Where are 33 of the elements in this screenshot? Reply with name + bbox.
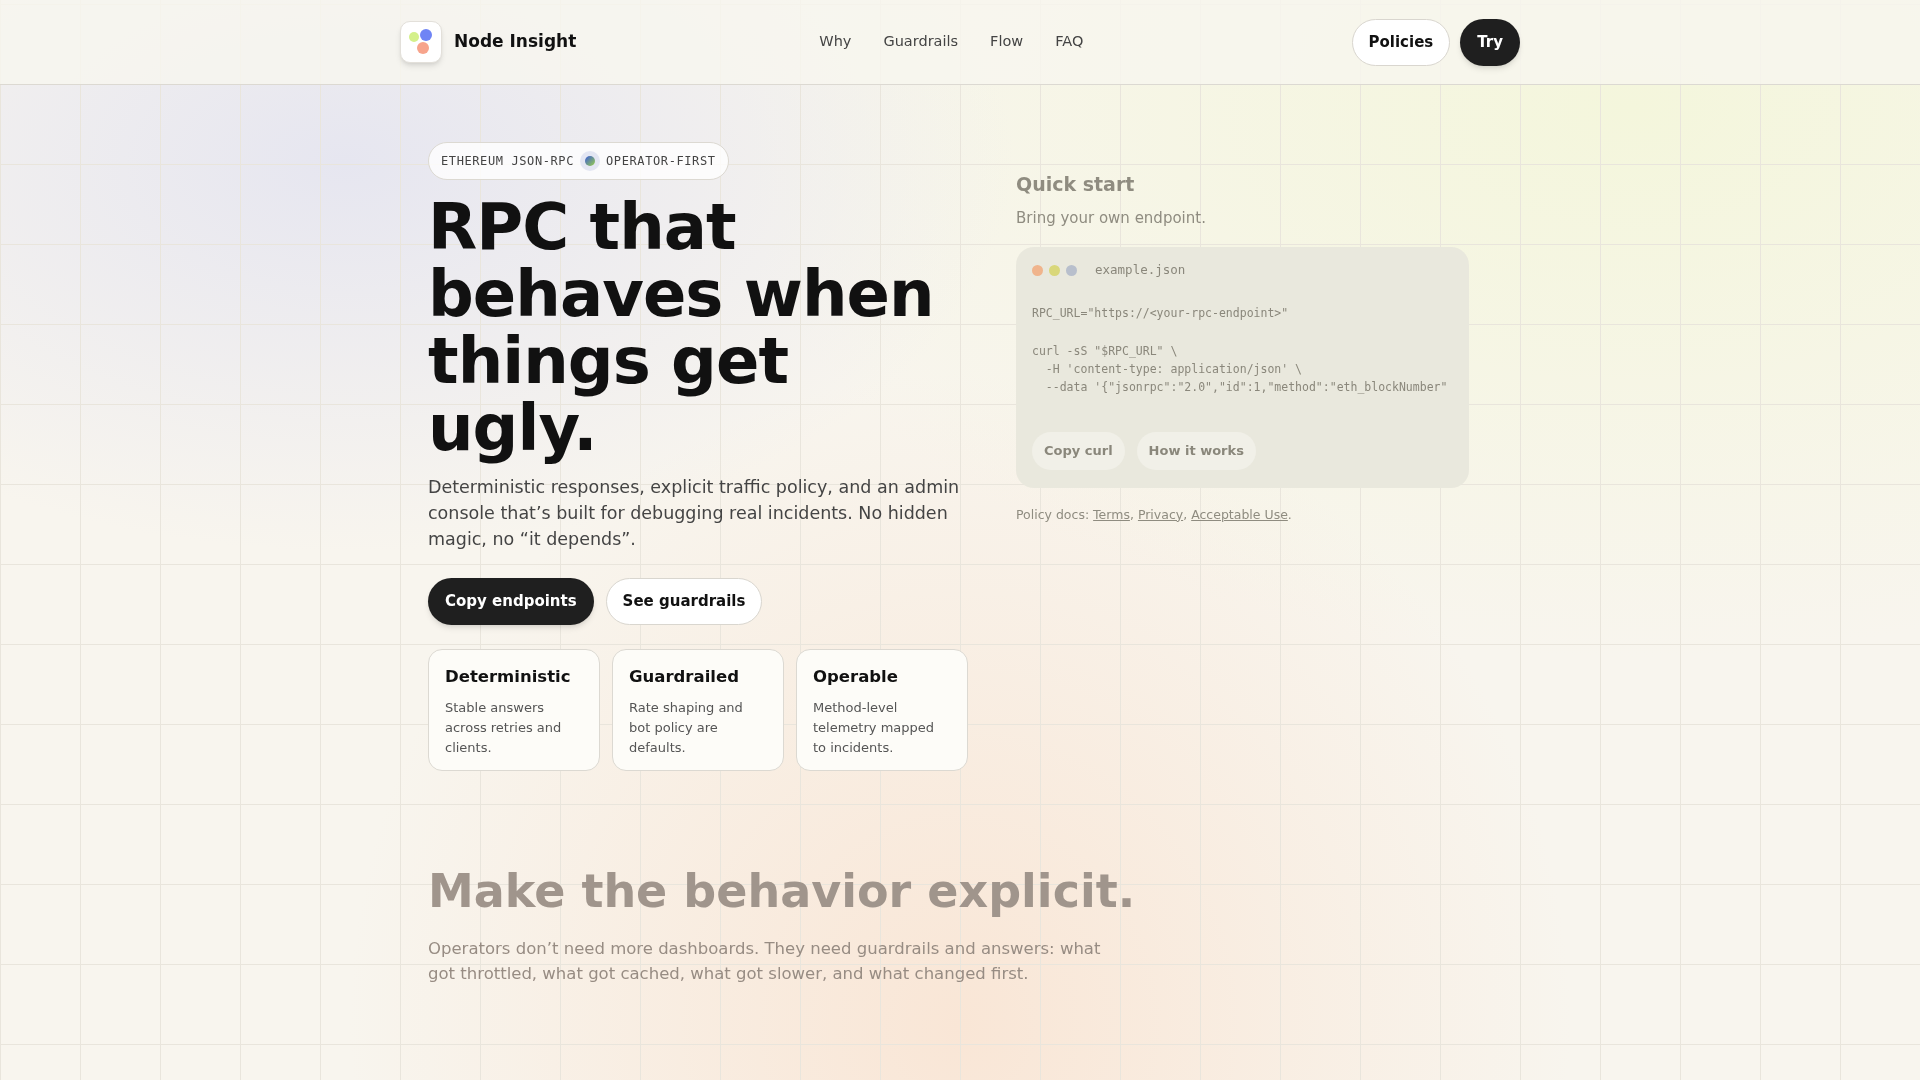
policy-label: Policy docs:	[1016, 505, 1090, 524]
badge-label: ETHEREUM JSON-RPC	[441, 153, 575, 170]
feature-text: Rate shaping and bot policy are defaults.	[629, 698, 744, 757]
feature-text: Stable answers across retries and clients.	[445, 698, 563, 757]
try-button[interactable]: Try	[1460, 18, 1520, 66]
feature-title: Operable	[813, 666, 899, 688]
code-line: curl -sS "$RPC_URL" \	[1032, 342, 1178, 360]
feature-title: Guardrailed	[629, 666, 740, 688]
section-heading: Make the behavior explicit.	[428, 863, 1137, 920]
brand-name: Node Insight	[454, 30, 577, 54]
code-line: RPC_URL="https://<your-rpc-endpoint>"	[1032, 304, 1289, 322]
policies-button[interactable]: Policies	[1351, 18, 1451, 66]
code-line: --data '{"jsonrpc":"2.0","id":1,"method":"eth_blockNumber"	[1044, 378, 1448, 396]
code-line: -H 'content-type: application/json' \	[1044, 360, 1303, 378]
see-guardrails-button[interactable]: See guardrails	[605, 578, 763, 625]
punctuation: ,	[1129, 505, 1134, 524]
feature-title: Deterministic	[445, 666, 572, 688]
copy-endpoints-button[interactable]: Copy endpoints	[428, 578, 594, 625]
nav-link[interactable]: Guardrails	[873, 25, 969, 59]
panel-title: Quick start	[1016, 172, 1136, 197]
nav-link[interactable]: Flow	[980, 25, 1034, 59]
logo-icon[interactable]	[400, 21, 442, 63]
badge-label: OPERATOR-FIRST	[606, 153, 716, 170]
nav-link[interactable]: FAQ	[1045, 25, 1094, 59]
panel-subtitle: Bring your own endpoint.	[1016, 207, 1207, 229]
section-text: Operators don’t need more dashboards. They need guardrails and answers: what got throttled, what got cached, what got slower, and what changed first.	[428, 938, 1102, 985]
code-filename: example.json	[1095, 261, 1186, 279]
nav-link[interactable]: Why	[809, 25, 862, 59]
punctuation: .	[1287, 505, 1292, 524]
hero-description: Deterministic responses, explicit traffic policy, and an admin console that’s built for debugging real incidents. No hidden magic, no “it depends”.	[428, 476, 961, 551]
hero-heading: RPC that behaves when things get ugly.	[428, 194, 935, 462]
punctuation: ,	[1183, 505, 1188, 524]
feature-text: Method-level telemetry mapped to incidents.	[813, 698, 936, 757]
